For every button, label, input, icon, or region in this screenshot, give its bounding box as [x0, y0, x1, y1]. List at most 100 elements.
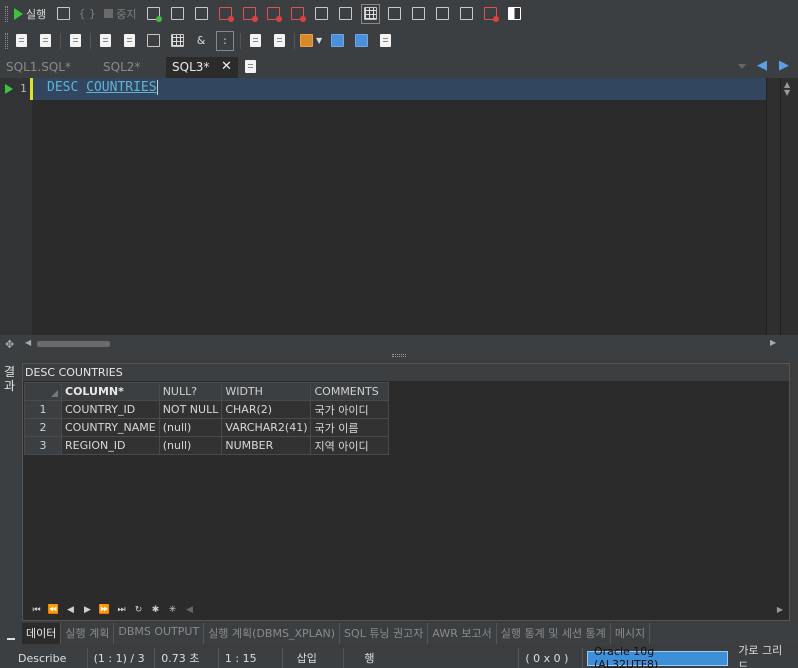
- prev-record-icon[interactable]: ◀: [62, 605, 79, 615]
- tab-awr-report[interactable]: AWR 보고서: [428, 623, 497, 644]
- sql-editor[interactable]: 1 DESC COUNTRIES ▲ ▼: [0, 78, 798, 335]
- table-cell[interactable]: VARCHAR2(41): [221, 418, 312, 437]
- close-icon[interactable]: ✕: [221, 59, 232, 74]
- comment-button[interactable]: [144, 31, 162, 51]
- table-cell[interactable]: NUMBER: [221, 436, 312, 455]
- table-cell[interactable]: REGION_ID: [61, 436, 160, 455]
- scroll-left-icon[interactable]: ◀: [181, 605, 198, 615]
- run-button[interactable]: 실행: [12, 4, 48, 24]
- stop-button[interactable]: 중지: [102, 4, 138, 24]
- table-row[interactable]: 1 COUNTRY_ID NOT NULL CHAR(2) 국가 아이디: [24, 400, 390, 419]
- refresh-icon[interactable]: ↻: [130, 605, 147, 615]
- panel-splitter[interactable]: [0, 353, 798, 361]
- tab-sql3[interactable]: SQL3* ✕: [166, 57, 238, 79]
- table-row[interactable]: 2 COUNTRY_NAME (null) VARCHAR2(41) 국가 이름: [24, 418, 390, 437]
- tab-execution-stats[interactable]: 실행 통계 및 세션 통계: [497, 623, 611, 644]
- next-page-icon[interactable]: ⏩: [96, 605, 113, 615]
- run-script-button[interactable]: [54, 4, 72, 24]
- code-line[interactable]: DESC COUNTRIES: [47, 80, 158, 95]
- bracket-button[interactable]: [386, 4, 404, 24]
- tab-data[interactable]: 데이터: [22, 623, 62, 644]
- table-cell[interactable]: CHAR(2): [221, 400, 312, 419]
- result-grid[interactable]: COLUMN* NULL? WIDTH COMMENTS 1 COUNTRY_I…: [24, 382, 390, 455]
- history-button[interactable]: [246, 31, 264, 51]
- grid-toggle-button[interactable]: [360, 3, 380, 24]
- result-side-tab[interactable]: 결과: [0, 361, 21, 648]
- arrow-left-icon[interactable]: ◀: [757, 58, 767, 73]
- scroll-left-icon[interactable]: ◀: [25, 338, 31, 347]
- download-button[interactable]: [458, 4, 476, 24]
- tab-sql1[interactable]: SQL1.SQL*: [6, 58, 71, 78]
- column-header[interactable]: COMMENTS: [310, 382, 390, 401]
- snippet-button[interactable]: [270, 31, 288, 51]
- trace-button[interactable]: [193, 4, 211, 24]
- scroll-right-icon[interactable]: ▶: [777, 605, 783, 614]
- rollback-button[interactable]: [241, 4, 259, 24]
- pattern-button[interactable]: [168, 31, 186, 51]
- row-number[interactable]: 3: [24, 436, 62, 455]
- run-to-cursor-button[interactable]: [145, 4, 163, 24]
- close-file-button[interactable]: [66, 31, 84, 51]
- toolbar-grip[interactable]: [5, 5, 8, 22]
- scroll-down-icon[interactable]: ▼: [784, 88, 790, 97]
- new-tab-icon[interactable]: [245, 60, 256, 73]
- last-record-icon[interactable]: ⏭: [113, 605, 130, 615]
- tab-dbms-output[interactable]: DBMS OUTPUT: [114, 623, 205, 644]
- scroll-right-icon[interactable]: ▶: [770, 338, 776, 347]
- connection-badge[interactable]: Oracle 10g (AL32UTF8): [587, 645, 729, 668]
- editor-vertical-scrollbar[interactable]: ▲ ▼: [766, 78, 798, 335]
- splitter-grip[interactable]: [392, 354, 406, 357]
- sql-format-button[interactable]: [313, 4, 331, 24]
- cancel-query-button[interactable]: [265, 4, 283, 24]
- table-cell[interactable]: 국가 이름: [310, 418, 390, 437]
- explain-button[interactable]: [169, 4, 187, 24]
- tab-dbms-xplan[interactable]: 실행 계획(DBMS_XPLAN): [204, 623, 341, 644]
- folder-button[interactable]: ▼: [300, 31, 322, 51]
- table-row[interactable]: 3 REGION_ID (null) NUMBER 지역 아이디: [24, 436, 390, 455]
- new-file-button[interactable]: [12, 31, 30, 51]
- table-cell[interactable]: 국가 아이디: [310, 400, 390, 419]
- table-cell[interactable]: 지역 아이디: [310, 436, 390, 455]
- first-record-icon[interactable]: ⏮: [28, 605, 45, 615]
- column-header[interactable]: COLUMN*: [61, 382, 160, 401]
- split-icon[interactable]: ✥: [5, 338, 14, 351]
- commit-button[interactable]: [217, 4, 235, 24]
- tab-messages[interactable]: 메시지: [611, 623, 651, 644]
- chevron-down-icon[interactable]: [738, 64, 746, 69]
- editor-horizontal-scrollbar[interactable]: ✥ ◀ ▶: [0, 335, 798, 353]
- sql-object-name[interactable]: COUNTRIES: [86, 80, 158, 95]
- new-row-icon[interactable]: ✳: [164, 605, 181, 615]
- options-button[interactable]: [410, 4, 428, 24]
- table-cell[interactable]: COUNTRY_NAME: [61, 418, 160, 437]
- table-cell[interactable]: NOT NULL: [158, 400, 223, 419]
- table-cell[interactable]: (null): [158, 436, 223, 455]
- indent-button[interactable]: [96, 31, 114, 51]
- next-record-icon[interactable]: ▶: [79, 605, 96, 615]
- import-button[interactable]: [328, 31, 346, 51]
- save-button[interactable]: [352, 31, 370, 51]
- schema-button[interactable]: [337, 4, 355, 24]
- ampersand-button[interactable]: &: [192, 31, 210, 51]
- arrow-right-icon[interactable]: ▶: [779, 58, 789, 73]
- row-number[interactable]: 1: [24, 400, 62, 419]
- braces-button[interactable]: { }: [78, 4, 97, 24]
- text-button[interactable]: [434, 4, 452, 24]
- outdent-button[interactable]: [120, 31, 138, 51]
- toolbar-grip[interactable]: [5, 32, 8, 49]
- column-header[interactable]: WIDTH: [221, 382, 312, 401]
- sql-tool-button[interactable]: [482, 4, 500, 24]
- prev-page-icon[interactable]: ⏪: [45, 605, 62, 615]
- open-file-button[interactable]: [36, 31, 54, 51]
- tab-explain-plan[interactable]: 실행 계획: [61, 623, 115, 644]
- column-header[interactable]: NULL?: [158, 382, 223, 401]
- find-button[interactable]: [376, 31, 394, 51]
- layout-toggle-button[interactable]: [506, 4, 524, 24]
- table-cell[interactable]: (null): [158, 418, 223, 437]
- table-cell[interactable]: COUNTRY_ID: [61, 400, 160, 419]
- colon-button[interactable]: :: [216, 30, 234, 51]
- scrollbar-thumb[interactable]: [37, 341, 110, 347]
- tab-sql2[interactable]: SQL2*: [103, 58, 140, 78]
- clear-button[interactable]: [289, 4, 307, 24]
- minimize-icon[interactable]: [7, 638, 15, 640]
- tab-sql-tuning-advisor[interactable]: SQL 튜닝 권고자: [340, 623, 429, 644]
